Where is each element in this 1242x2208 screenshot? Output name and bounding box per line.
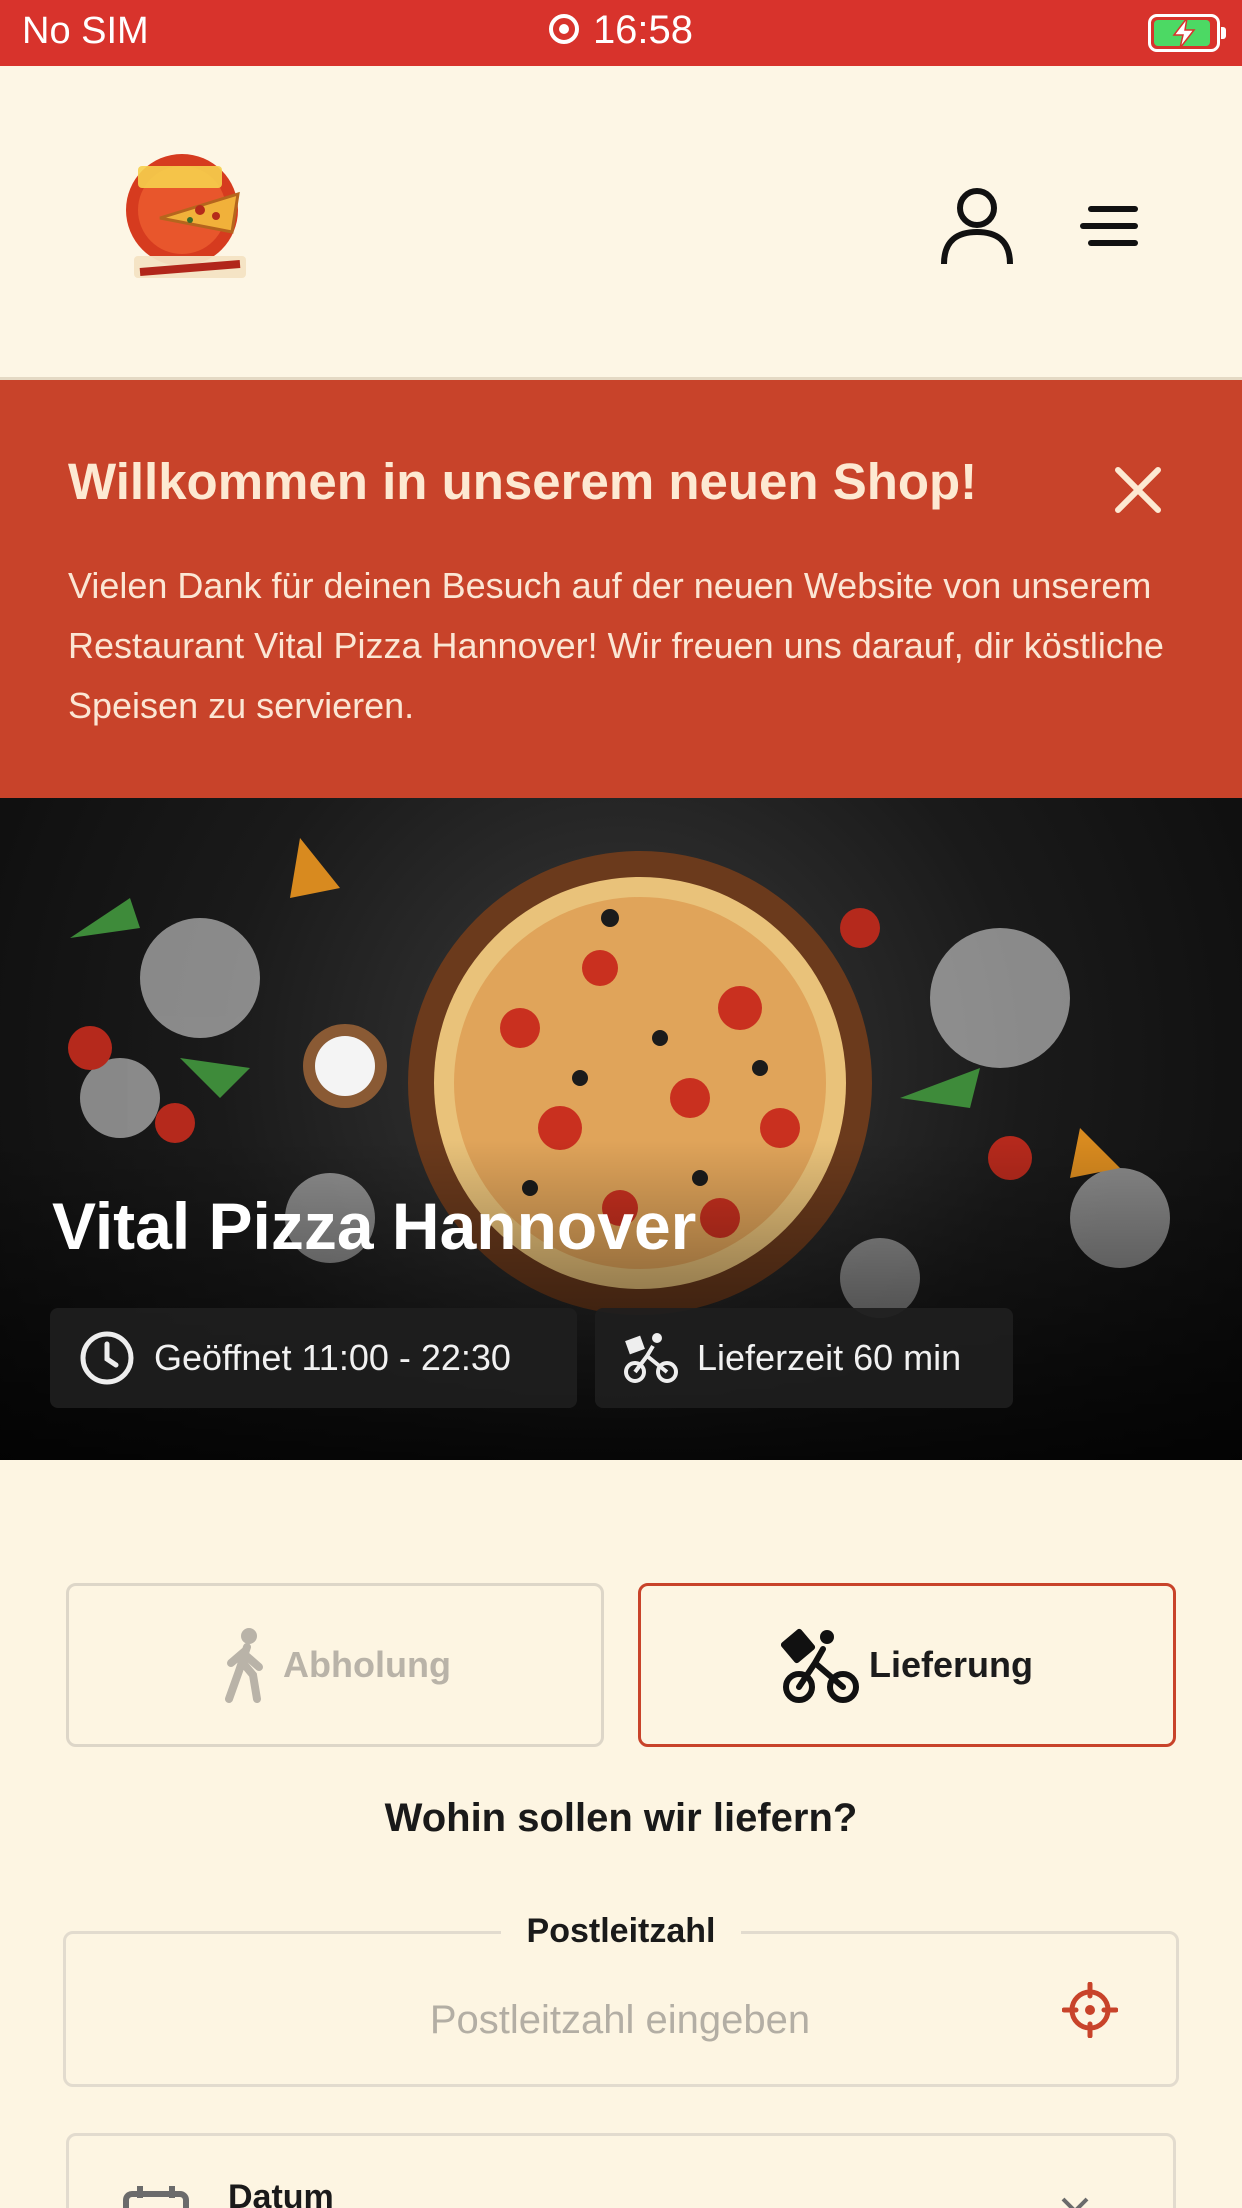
locate-me-icon[interactable] <box>1062 1982 1118 2038</box>
zip-label: Postleitzahl <box>0 1912 1242 1951</box>
chevron-down-icon <box>1061 2197 1089 2208</box>
bike-courier-icon <box>624 1333 678 1383</box>
delivery-toggle-button[interactable]: Lieferung <box>638 1583 1176 1747</box>
opening-hours-label: Geöffnet 11:00 - 22:30 <box>154 1337 511 1378</box>
welcome-banner: Willkommen in unserem neuen Shop! Vielen… <box>0 380 1242 798</box>
bike-courier-icon <box>780 1628 859 1703</box>
hamburger-icon[interactable] <box>1078 196 1142 256</box>
status-time: 16:58 <box>592 8 694 52</box>
delivery-time-chip: Lieferzeit 60 min <box>595 1308 1013 1408</box>
opening-hours-chip: Geöffnet 11:00 - 22:30 <box>50 1308 577 1408</box>
status-center: 16:58 <box>0 8 1242 53</box>
zip-input[interactable] <box>90 1990 1150 2050</box>
screen-recording-icon <box>548 14 579 45</box>
status-bar: No SIM 16:58 <box>0 0 1242 66</box>
banner-text: Vielen Dank für deinen Besuch auf der ne… <box>68 565 1164 726</box>
hero-section: Vital Pizza Hannover Geöffnet 11:00 - 22… <box>0 798 1242 1460</box>
walking-icon <box>225 1628 264 1703</box>
battery-charging-icon <box>1148 14 1226 52</box>
delivery-label: Lieferung <box>868 1644 1033 1685</box>
zip-label-text: Postleitzahl <box>500 1912 742 1950</box>
pickup-label: Abholung <box>283 1644 451 1685</box>
user-icon[interactable] <box>938 186 1016 266</box>
banner-title: Willkommen in unserem neuen Shop! <box>68 453 978 510</box>
clock-icon <box>80 1331 134 1385</box>
close-icon[interactable] <box>1110 462 1166 518</box>
restaurant-name: Vital Pizza Hannover <box>52 1189 697 1263</box>
site-header <box>0 66 1242 380</box>
date-label: Datum <box>228 2178 334 2208</box>
pizza-service-logo[interactable] <box>120 148 260 288</box>
calendar-icon <box>123 2186 189 2208</box>
pickup-toggle-button[interactable]: Abholung <box>66 1583 604 1747</box>
delivery-question: Wohin sollen wir liefern? <box>384 1796 858 1840</box>
delivery-time-label: Lieferzeit 60 min <box>697 1337 962 1378</box>
